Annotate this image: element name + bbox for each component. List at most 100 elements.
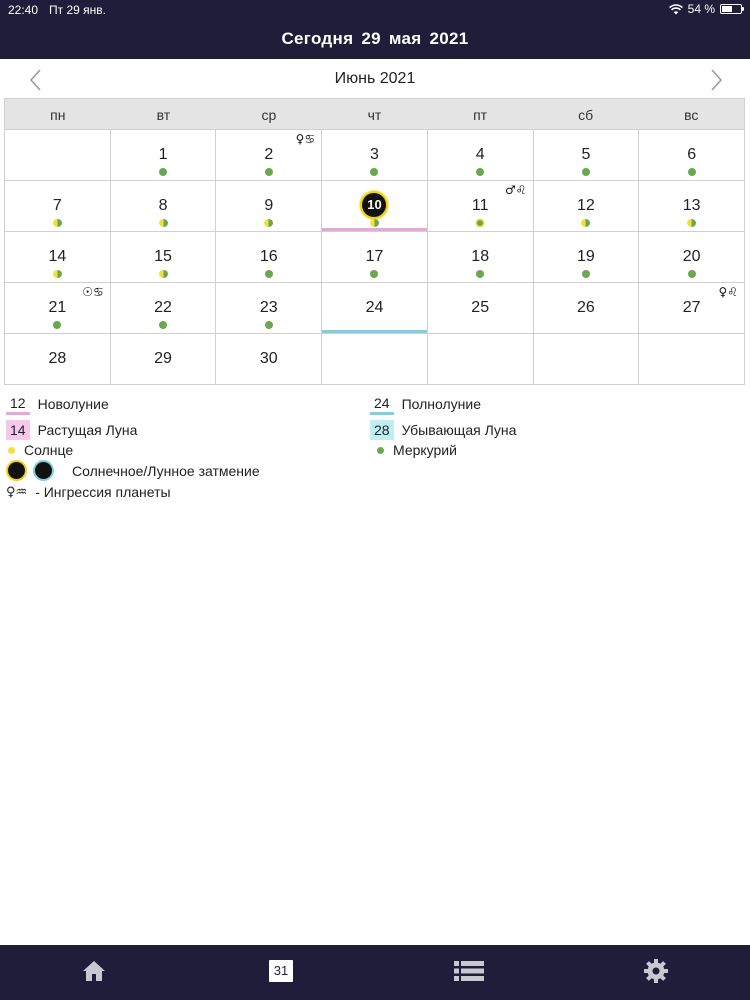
day-cell[interactable]: 15 bbox=[110, 232, 217, 283]
empty-cell bbox=[322, 334, 428, 385]
mercury-dot-icon bbox=[581, 270, 590, 278]
home-icon bbox=[83, 961, 105, 981]
full-moon-bar bbox=[322, 330, 427, 333]
legend-new-moon-label: Новолуние bbox=[37, 396, 109, 412]
legend-waning: 28 Убывающая Луна bbox=[370, 420, 516, 440]
legend-waning-label: Убывающая Луна bbox=[401, 422, 517, 438]
day-number: 20 bbox=[682, 248, 701, 265]
day-cell[interactable]: 13 bbox=[639, 181, 745, 232]
empty-cell bbox=[427, 334, 534, 385]
tab-home[interactable] bbox=[82, 959, 106, 985]
day-number: 26 bbox=[577, 299, 595, 316]
day-cell[interactable]: 28 bbox=[5, 334, 111, 385]
today-title: Сегодня 29 мая 2021 bbox=[281, 29, 469, 48]
day-cell[interactable]: 5 bbox=[533, 130, 640, 181]
legend-waning-chip: 28 bbox=[370, 420, 394, 440]
sun-mercury-dot-icon bbox=[52, 219, 62, 227]
day-cell[interactable]: 16 bbox=[216, 232, 323, 283]
tab-bar: 31 bbox=[0, 945, 750, 1000]
day-number: 27 bbox=[682, 299, 701, 316]
status-indicators: 54 % bbox=[668, 2, 744, 16]
planet-ingress-icon: ☉♋ bbox=[82, 285, 104, 299]
sun-mercury-dot-icon bbox=[264, 219, 274, 227]
month-navigation: Июнь 2021 bbox=[0, 59, 750, 97]
mercury-dot-icon bbox=[159, 321, 168, 329]
day-cell[interactable]: 3 bbox=[322, 130, 428, 181]
day-cell[interactable]: 11 ♂♌ bbox=[427, 181, 534, 232]
mercury-dot-icon bbox=[377, 446, 384, 454]
day-cell[interactable]: 10 bbox=[322, 181, 428, 232]
mercury-dot-icon bbox=[370, 168, 379, 176]
day-cell[interactable]: 8 bbox=[110, 181, 217, 232]
day-cell[interactable]: 30 bbox=[216, 334, 323, 385]
day-cell[interactable]: 9 bbox=[216, 181, 323, 232]
day-cell[interactable]: 4 bbox=[427, 130, 534, 181]
day-number: 13 bbox=[682, 197, 701, 214]
battery-icon bbox=[720, 4, 744, 14]
mercury-dot-icon bbox=[687, 270, 696, 278]
ingress-symbol: ♀♒ bbox=[6, 484, 28, 500]
legend-eclipse: Солнечное/Лунное затмение bbox=[8, 462, 260, 479]
legend-new-moon-chip: 12 bbox=[6, 393, 30, 415]
day-number: 18 bbox=[471, 248, 490, 265]
day-cell[interactable]: 14 bbox=[5, 232, 111, 283]
calendar-icon: 31 bbox=[269, 960, 293, 982]
sun-mercury-dot-icon bbox=[158, 270, 168, 278]
weekday-label: пт bbox=[473, 107, 488, 123]
empty-cell bbox=[533, 334, 640, 385]
weekday-label: ср bbox=[261, 107, 277, 123]
day-cell[interactable]: 21 ☉♋ bbox=[5, 283, 111, 334]
day-number: 9 bbox=[264, 197, 274, 214]
tab-settings[interactable] bbox=[644, 959, 668, 985]
sun-mercury-dot-icon bbox=[581, 219, 591, 227]
day-cell[interactable]: 6 bbox=[639, 130, 745, 181]
next-month-button[interactable] bbox=[706, 68, 726, 92]
mercury-dot-icon bbox=[687, 168, 696, 176]
mercury-dot-icon bbox=[476, 270, 485, 278]
day-number: 16 bbox=[259, 248, 278, 265]
day-number: 22 bbox=[154, 299, 172, 316]
day-cell[interactable]: 26 bbox=[533, 283, 640, 334]
day-cell[interactable]: 1 bbox=[110, 130, 217, 181]
new-moon-bar bbox=[322, 228, 427, 231]
gear-icon bbox=[644, 959, 668, 983]
solar-eclipse-icon bbox=[8, 462, 25, 479]
tab-calendar[interactable]: 31 bbox=[269, 960, 293, 986]
legend-new-moon: 12 Новолуние bbox=[6, 393, 109, 415]
day-cell[interactable]: 19 bbox=[533, 232, 640, 283]
day-number: 14 bbox=[48, 248, 67, 265]
sun-mercury-dot-icon bbox=[369, 219, 379, 227]
day-number: 15 bbox=[154, 248, 172, 265]
tab-list[interactable] bbox=[454, 959, 484, 985]
legend-full-moon-chip: 24 bbox=[370, 393, 394, 415]
legend-sun-label: Солнце bbox=[24, 442, 74, 458]
day-cell[interactable]: 2 ♀♋ bbox=[216, 130, 323, 181]
day-cell[interactable]: 18 bbox=[427, 232, 534, 283]
day-cell[interactable]: 7 bbox=[5, 181, 111, 232]
day-cell[interactable]: 17 bbox=[322, 232, 428, 283]
mercury-dot-icon bbox=[476, 168, 485, 176]
weekday-label: сб bbox=[578, 107, 594, 123]
day-cell[interactable]: 22 bbox=[110, 283, 217, 334]
day-cell[interactable]: 27 ♀♌ bbox=[639, 283, 745, 334]
chevron-right-icon bbox=[711, 69, 723, 91]
legend-sun: Солнце bbox=[8, 442, 73, 458]
top-bar: 22:40 Пт 29 янв. 54 % Сегодня 29 мая 202… bbox=[0, 0, 750, 59]
day-cell[interactable]: 12 bbox=[533, 181, 640, 232]
day-number: 17 bbox=[365, 248, 384, 265]
planet-ingress-icon: ♀♋ bbox=[295, 132, 316, 146]
list-icon bbox=[454, 961, 484, 981]
mercury-dot-icon bbox=[264, 168, 273, 176]
day-cell[interactable]: 29 bbox=[110, 334, 217, 385]
day-number: 5 bbox=[581, 146, 591, 163]
mercury-dot-icon bbox=[53, 321, 62, 329]
sun-mercury-dot-icon bbox=[52, 270, 62, 278]
day-number: 2 bbox=[264, 146, 274, 163]
status-date: Пт 29 янв. bbox=[49, 3, 106, 17]
day-cell[interactable]: 25 bbox=[427, 283, 534, 334]
day-cell[interactable]: 23 bbox=[216, 283, 323, 334]
mercury-dot-icon bbox=[264, 270, 273, 278]
day-cell[interactable]: 24 bbox=[322, 283, 428, 334]
month-title: Июнь 2021 bbox=[334, 70, 416, 87]
day-cell[interactable]: 20 bbox=[639, 232, 745, 283]
